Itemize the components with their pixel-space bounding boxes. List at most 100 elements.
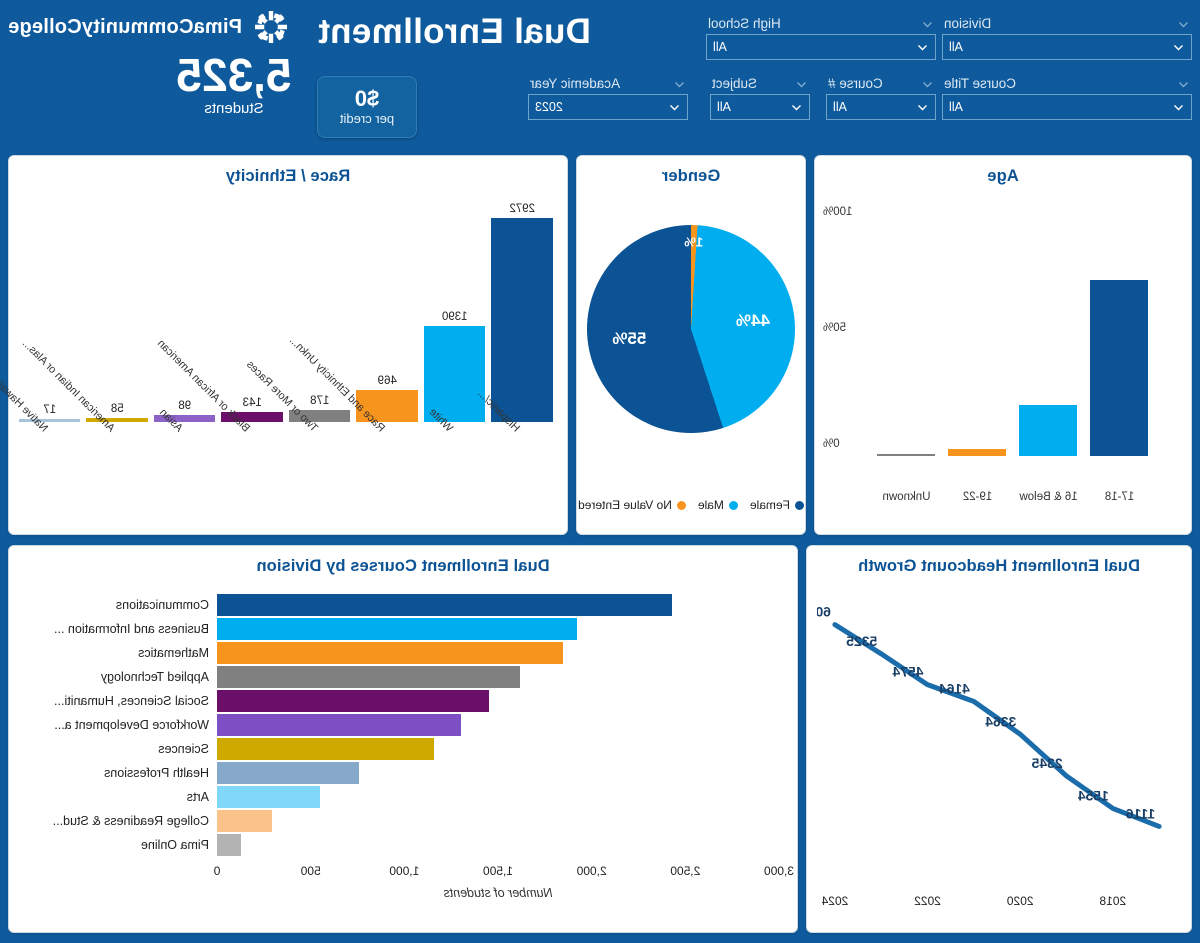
division-bar-row[interactable] <box>217 642 779 664</box>
slicer-academic-year-dropdown[interactable]: 2023 <box>528 94 688 120</box>
slicer-division-dropdown[interactable]: All <box>942 34 1192 60</box>
division-bar[interactable] <box>217 714 462 736</box>
slicer-course-title-dropdown[interactable]: All <box>942 94 1192 120</box>
slicer-subject-dropdown[interactable]: All <box>710 94 810 120</box>
division-bar[interactable] <box>217 594 673 616</box>
slicer-course-number-label-row: Course # <box>826 76 936 94</box>
gender-chart-card[interactable]: Gender 55% 44% 1% Female Male No Value Enter… <box>576 155 806 535</box>
courses-by-division-chart-title: Dual Enrollment Courses by Division <box>256 557 550 575</box>
division-bar-row[interactable] <box>217 738 779 760</box>
chevron-down-icon[interactable] <box>1177 78 1190 91</box>
division-bar[interactable] <box>217 618 577 640</box>
slicer-division-label-row: Division <box>942 16 1192 34</box>
division-bar-row[interactable] <box>217 594 779 616</box>
chevron-down-icon[interactable] <box>790 101 803 114</box>
dashboard-header: PimaCommunityCollege 5,325 Students Dual… <box>0 0 1200 148</box>
chevron-down-icon[interactable] <box>916 101 929 114</box>
division-category-label: Pima Online <box>140 838 209 852</box>
growth-data-label: 5325 <box>846 633 877 649</box>
division-category-label: College Readiness & Stud... <box>52 814 209 828</box>
slicer-course-number[interactable]: Course # All <box>826 76 936 120</box>
chevron-down-icon[interactable] <box>673 78 686 91</box>
slicer-course-title[interactable]: Course Title All <box>942 76 1192 120</box>
slicer-division[interactable]: Division All <box>942 16 1192 60</box>
division-bar-row[interactable] <box>217 834 779 856</box>
division-bar-row[interactable] <box>217 714 779 736</box>
gender-legend-item[interactable]: Male <box>698 498 738 512</box>
age-bar[interactable] <box>948 449 1007 456</box>
gender-legend-item[interactable]: Female <box>750 498 804 512</box>
race-bar-value: 17 <box>43 404 57 416</box>
race-bar-value: 178 <box>310 394 330 407</box>
division-bar-row[interactable] <box>217 762 779 784</box>
gender-legend-label: Male <box>697 498 724 512</box>
chevron-down-icon[interactable] <box>921 18 934 31</box>
race-category-slot: White <box>424 406 486 524</box>
page-title: Dual Enrollment <box>318 12 591 51</box>
chevron-down-icon[interactable] <box>916 41 929 54</box>
division-bar-row[interactable] <box>217 690 779 712</box>
division-x-tick: 1,500 <box>482 864 514 878</box>
division-bar[interactable] <box>217 762 360 784</box>
gender-pie[interactable]: 55% 44% 1% <box>587 225 795 433</box>
division-bar-row[interactable] <box>217 786 779 808</box>
race-bar-column[interactable]: 469 <box>356 202 418 422</box>
slicer-subject-value: All <box>717 100 731 114</box>
slicer-division-value: All <box>949 40 963 54</box>
slicer-high-school[interactable]: High School All <box>706 16 936 60</box>
race-bar-column[interactable]: 1390 <box>424 202 486 422</box>
division-x-tick: 0 <box>213 864 221 878</box>
growth-data-label: 4574 <box>892 664 923 680</box>
age-bar[interactable] <box>877 454 936 456</box>
age-chart-card[interactable]: Age 0% 50% 100% 17-18 16 & Below 19-22 Unknow… <box>814 155 1192 535</box>
chevron-down-icon[interactable] <box>1177 18 1190 31</box>
slicer-academic-year[interactable]: Academic Year 2023 <box>528 76 688 120</box>
gender-legend-item[interactable]: No Value Entered <box>578 498 686 512</box>
age-chart-title: Age <box>987 167 1019 185</box>
slicer-subject-label-row: Subject <box>710 76 810 94</box>
age-bar-column[interactable] <box>1017 201 1079 456</box>
slicer-course-number-dropdown[interactable]: All <box>826 94 936 120</box>
chevron-down-icon[interactable] <box>668 101 681 114</box>
legend-swatch-icon <box>676 500 686 510</box>
slicer-high-school-dropdown[interactable]: All <box>706 34 936 60</box>
age-bar[interactable] <box>1019 405 1078 456</box>
race-bar-column[interactable]: 58 <box>86 202 148 422</box>
age-bar[interactable] <box>1090 279 1149 456</box>
division-bar[interactable] <box>217 786 321 808</box>
chevron-down-icon[interactable] <box>1172 101 1185 114</box>
division-bar[interactable] <box>217 666 521 688</box>
chevron-down-icon[interactable] <box>1172 41 1185 54</box>
division-bar-row[interactable] <box>217 810 779 832</box>
chevron-down-icon[interactable] <box>795 78 808 91</box>
division-x-tick: 3,000 <box>763 864 795 878</box>
division-bar[interactable] <box>217 738 435 760</box>
age-category-label: 19-22 <box>962 491 993 503</box>
division-bar[interactable] <box>217 690 489 712</box>
courses-by-division-chart-card[interactable]: Dual Enrollment Courses by Division Comm… <box>8 545 798 933</box>
division-bar-row[interactable] <box>217 666 779 688</box>
cost-per-credit-badge: $0 per credit <box>317 76 417 138</box>
age-bar-column[interactable] <box>946 201 1008 456</box>
race-bars: 2972 1390 469 178 143 98 58 17 <box>19 202 553 422</box>
age-category-labels: 17-18 16 & Below 19-22 Unknown <box>871 491 1155 504</box>
age-bar-column[interactable] <box>1088 201 1150 456</box>
growth-x-tick: 2024 <box>821 894 849 908</box>
age-bar-column[interactable] <box>875 201 937 456</box>
headcount-growth-chart-card[interactable]: Dual Enrollment Headcount Growth 1116 155… <box>806 545 1192 933</box>
division-bar-row[interactable] <box>217 618 779 640</box>
division-bar[interactable] <box>217 810 273 832</box>
slicer-subject-label: Subject <box>712 76 758 91</box>
race-bar-column[interactable]: 2972 <box>491 202 553 422</box>
race-bar[interactable] <box>491 217 553 422</box>
division-bar[interactable] <box>217 642 563 664</box>
race-ethnicity-chart-card[interactable]: Race / Ethnicity 2972 1390 469 178 143 98 58 17… <box>0 155 568 535</box>
chevron-down-icon[interactable] <box>921 78 934 91</box>
division-bar[interactable] <box>217 834 242 856</box>
division-bars <box>217 594 779 858</box>
growth-line-svg: 1116 1554 2345 3364 4164 4574 5325 6039 <box>817 604 1162 829</box>
slicer-subject[interactable]: Subject All <box>710 76 810 120</box>
race-category-slot: Hispanic/... <box>475 388 554 524</box>
division-x-axis: 0 500 1,000 1,500 2,000 2,500 3,000 <box>213 864 794 882</box>
legend-swatch-icon <box>728 500 738 510</box>
